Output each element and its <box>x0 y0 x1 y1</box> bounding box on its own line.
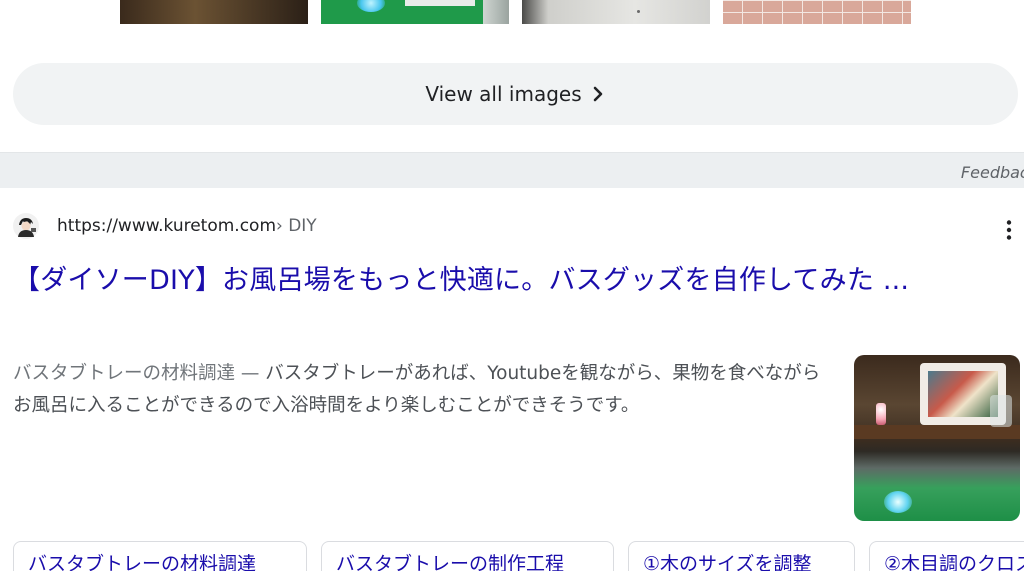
feedback-band: Feedback <box>0 152 1024 189</box>
view-all-images-label: View all images <box>425 82 582 106</box>
sitelink-chip[interactable]: ②木目調のクロス <box>869 541 1024 571</box>
sitelink-chip[interactable]: ①木のサイズを調整 <box>628 541 855 571</box>
result-source[interactable]: https://www.kuretom.com › DIY <box>13 213 317 239</box>
image-thumbnail[interactable] <box>522 0 710 24</box>
tablet-screen-decor <box>928 371 998 417</box>
view-all-images-button[interactable]: View all images <box>13 63 1018 125</box>
glass-decor <box>990 395 1012 427</box>
tray-decor <box>405 0 475 6</box>
screw-decor <box>637 10 640 13</box>
tub-edge-decor <box>483 0 509 24</box>
image-strip <box>0 0 1024 26</box>
sitelink-chip[interactable]: バスタブトレーの制作工程 <box>321 541 614 571</box>
snippet-separator: — <box>235 363 266 384</box>
sitelink-chip[interactable]: バスタブトレーの材料調達 <box>13 541 307 571</box>
bath-light-decor <box>357 0 385 12</box>
bathtub-tray-photo[interactable] <box>854 355 1020 521</box>
feedback-link[interactable]: Feedback <box>961 163 1024 182</box>
search-results-page: View all images Feedback https://www.kur… <box>0 0 1024 571</box>
candle-decor <box>876 403 886 425</box>
result-breadcrumb: › DIY <box>276 216 317 236</box>
result-url: https://www.kuretom.com <box>57 216 276 236</box>
bath-light-decor <box>884 491 912 513</box>
snippet-lead: バスタブトレーの材料調達 <box>13 363 236 384</box>
image-thumbnail[interactable] <box>321 0 509 24</box>
shelf-decor <box>854 425 1020 439</box>
result-title-link[interactable]: 【ダイソーDIY】お風呂場をもっと快適に。バスグッズを自作してみた ... <box>13 260 1013 302</box>
image-thumbnail[interactable] <box>723 0 911 24</box>
search-result: https://www.kuretom.com › DIY 【ダイソーDIY】お… <box>0 188 1024 571</box>
site-avatar-icon <box>13 213 39 239</box>
result-snippet: バスタブトレーの材料調達 — バスタブトレーがあれば、Youtubeを観ながら、… <box>13 358 825 422</box>
image-thumbnail[interactable] <box>120 0 308 24</box>
chevron-right-icon <box>592 84 606 104</box>
more-vert-icon[interactable] <box>1002 219 1016 241</box>
